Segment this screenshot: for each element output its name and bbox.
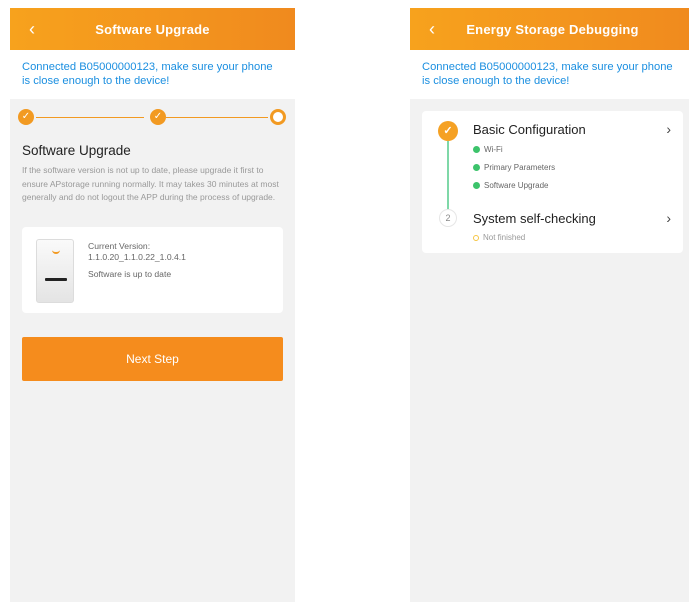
debug-steps-card: ✓ Basic Configuration › Wi-Fi Primary Pa… <box>422 111 683 253</box>
substep-not-finished: Not finished <box>473 233 525 242</box>
substep-label: Primary Parameters <box>484 163 556 172</box>
substep-primary-parameters: Primary Parameters <box>473 163 555 172</box>
app-header: ‹ Software Upgrade <box>10 8 295 50</box>
step-2-number-badge: 2 <box>439 209 457 227</box>
step-3-current-icon <box>270 109 286 125</box>
step-progress-line <box>447 141 449 209</box>
app-header: ‹ Energy Storage Debugging <box>410 8 689 50</box>
progress-stepper: ✓ ✓ <box>10 99 295 137</box>
page-title: Software Upgrade <box>95 21 210 37</box>
pending-dot-icon <box>473 234 479 241</box>
step-2-check-icon: ✓ <box>150 109 166 125</box>
next-step-button[interactable]: Next Step <box>22 336 283 381</box>
substep-software-upgrade: Software Upgrade <box>473 181 548 190</box>
step-1-chevron-right-icon[interactable]: › <box>666 121 671 137</box>
software-upgrade-screen: ‹ Software Upgrade Connected B0500000012… <box>10 8 295 602</box>
step-connector-2 <box>166 117 268 118</box>
version-card: Current Version: 1.1.0.20_1.1.0.22_1.0.4… <box>22 226 283 313</box>
connection-notice: Connected B05000000123, make sure your p… <box>410 50 689 99</box>
step-2-chevron-right-icon[interactable]: › <box>666 210 671 226</box>
upgrade-description: If the software version is not up to dat… <box>22 165 279 203</box>
back-chevron-icon[interactable]: ‹ <box>20 8 44 50</box>
page-title: Energy Storage Debugging <box>466 21 639 37</box>
brand-logo-icon <box>52 248 60 254</box>
version-info: Current Version: 1.1.0.20_1.1.0.22_1.0.4… <box>88 241 186 280</box>
back-chevron-icon[interactable]: ‹ <box>420 8 444 50</box>
connection-notice: Connected B05000000123, make sure your p… <box>10 50 295 99</box>
substep-label: Wi-Fi <box>484 145 503 154</box>
step-1-check-icon: ✓ <box>18 109 34 125</box>
storage-device-image <box>36 238 74 303</box>
step-2-title[interactable]: System self-checking <box>473 211 596 226</box>
energy-storage-debugging-screen: ‹ Energy Storage Debugging Connected B05… <box>410 8 689 602</box>
step-1-check-icon: ✓ <box>438 121 458 141</box>
step-1-title[interactable]: Basic Configuration <box>473 122 586 137</box>
version-status: Software is up to date <box>88 268 172 279</box>
device-slot <box>45 277 67 281</box>
substep-label: Not finished <box>483 233 526 242</box>
section-title: Software Upgrade <box>22 143 131 158</box>
success-dot-icon <box>473 164 480 171</box>
version-value: 1.1.0.20_1.1.0.22_1.0.4.1 <box>88 251 186 262</box>
substep-label: Software Upgrade <box>484 181 549 190</box>
substep-wifi: Wi-Fi <box>473 145 503 154</box>
success-dot-icon <box>473 146 480 153</box>
version-label: Current Version: <box>88 240 151 251</box>
success-dot-icon <box>473 182 480 189</box>
step-connector-1 <box>36 117 144 118</box>
